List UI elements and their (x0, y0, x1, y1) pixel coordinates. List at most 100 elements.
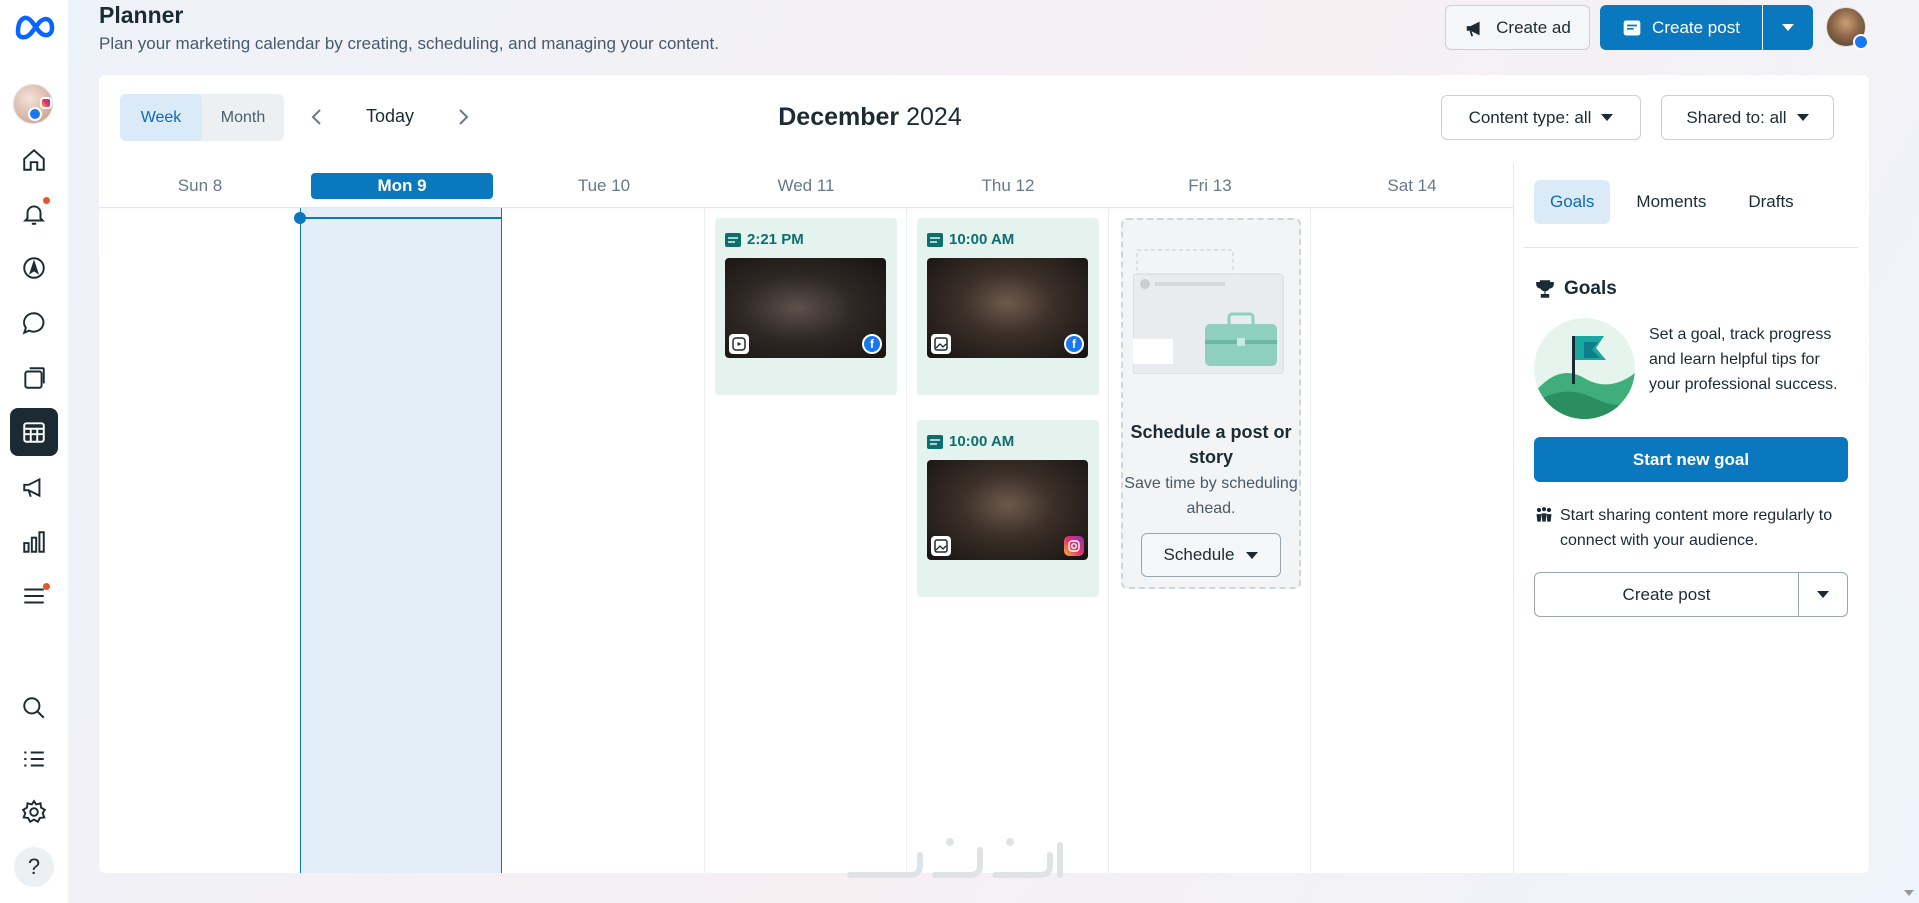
content-type-filter-label: Content type: all (1468, 107, 1592, 127)
insights-button[interactable] (10, 518, 58, 566)
reel-icon (729, 334, 749, 354)
month-year-title: December 2024 (720, 103, 1020, 132)
create-ad-button[interactable]: Create ad (1445, 5, 1590, 50)
post-time: 10:00 AM (927, 231, 1014, 248)
menu-badge (43, 583, 50, 590)
create-post-label: Create post (1652, 17, 1740, 37)
photo-icon (931, 334, 951, 354)
list-icon (24, 751, 44, 767)
right-panel-tabs: Goals Moments Drafts (1534, 180, 1810, 224)
view-week-button[interactable]: Week (120, 94, 202, 141)
post-time: 10:00 AM (927, 433, 1014, 450)
post-time-label: 2:21 PM (747, 231, 804, 248)
current-time-line (300, 217, 502, 219)
day-header-thu: Thu 12 (981, 175, 1035, 195)
panel-create-post-dropdown-button[interactable] (1798, 572, 1848, 617)
goals-description: Set a goal, track progress and learn hel… (1649, 326, 1838, 393)
day-header-wed: Wed 11 (777, 175, 835, 195)
explore-button[interactable] (10, 244, 58, 292)
notification-badge (43, 197, 50, 204)
right-panel-divider (1513, 163, 1514, 873)
profile-avatar[interactable] (1826, 7, 1869, 50)
facebook-icon: f (862, 334, 882, 354)
chevron-down-icon (1601, 114, 1614, 121)
today-column[interactable] (300, 208, 502, 873)
trophy-icon (1536, 280, 1554, 298)
column-divider (1108, 208, 1109, 873)
schedule-prompt-title: Schedule a post or story (1130, 422, 1292, 467)
search-button[interactable] (10, 684, 58, 732)
day-header-mon: Mon 9 (301, 163, 503, 208)
scheduled-post-card[interactable]: 10:00 AM (917, 420, 1099, 597)
shared-to-filter-label: Shared to: all (1686, 107, 1787, 127)
pages-icon (24, 367, 45, 389)
post-icon (927, 434, 943, 449)
panel-create-post-button[interactable]: Create post (1534, 572, 1799, 617)
list-button[interactable] (10, 735, 58, 783)
page-title: Planner (99, 2, 184, 28)
previous-week-button[interactable] (306, 106, 328, 128)
tab-moments[interactable]: Moments (1620, 180, 1722, 224)
day-header-tue: Tue 10 (577, 175, 631, 195)
day-header-sat: Sat 14 (1387, 175, 1437, 195)
post-thumbnail: f (725, 258, 886, 358)
inbox-button[interactable] (10, 299, 58, 347)
column-divider (704, 208, 705, 873)
instagram-badge-icon (40, 97, 52, 109)
megaphone-icon (23, 477, 41, 498)
all-tools-button[interactable] (10, 572, 58, 620)
create-post-button[interactable]: Create post (1600, 5, 1762, 50)
content-type-filter[interactable]: Content type: all (1441, 95, 1641, 140)
start-new-goal-button[interactable]: Start new goal (1534, 437, 1848, 482)
meta-logo-icon[interactable] (12, 8, 58, 42)
account-switcher-avatar[interactable] (13, 84, 53, 124)
goals-title: Goals (1564, 278, 1617, 299)
view-month-button[interactable]: Month (202, 94, 284, 141)
post-icon (725, 232, 741, 247)
scroll-down-arrow-icon[interactable] (1904, 890, 1914, 896)
shared-to-filter[interactable]: Shared to: all (1661, 95, 1834, 140)
page-subtitle: Plan your marketing calendar by creating… (99, 34, 719, 53)
current-time-dot (294, 212, 306, 224)
compass-icon (23, 257, 45, 279)
tab-drafts[interactable]: Drafts (1732, 180, 1809, 224)
audience-icon (1536, 507, 1552, 522)
settings-icon (21, 799, 47, 824)
sharing-tip-text: Start sharing content more regularly to … (1560, 507, 1833, 549)
column-divider (1310, 208, 1311, 873)
post-icon (927, 232, 943, 247)
bell-icon (22, 205, 46, 225)
tab-goals[interactable]: Goals (1534, 180, 1611, 224)
help-icon: ? (14, 847, 54, 887)
schedule-illustration-icon (1133, 249, 1284, 374)
scheduled-post-card[interactable]: 10:00 AM f (917, 218, 1099, 395)
planner-button[interactable] (10, 408, 58, 456)
home-button[interactable] (10, 136, 58, 184)
next-week-button[interactable] (452, 106, 474, 128)
megaphone-icon (1466, 21, 1480, 37)
today-button[interactable]: Today (345, 106, 435, 127)
scheduled-post-card[interactable]: 2:21 PM f (715, 218, 897, 395)
ads-button[interactable] (10, 463, 58, 511)
notifications-button[interactable] (10, 190, 58, 238)
facebook-badge-icon (1853, 34, 1869, 50)
schedule-button[interactable]: Schedule (1141, 533, 1281, 577)
tabs-divider (1523, 247, 1858, 248)
chevron-down-icon (1817, 591, 1829, 598)
post-time-label: 10:00 AM (949, 231, 1015, 248)
insights-icon (23, 531, 45, 553)
sharing-tip: Start sharing content more regularly to … (1534, 503, 1854, 553)
watermark-logo-icon (847, 838, 1063, 878)
planner-icon (23, 422, 45, 443)
schedule-prompt-text: Save time by scheduling ahead. (1124, 475, 1298, 517)
help-button[interactable]: ? (10, 843, 58, 891)
schedule-prompt-card: Schedule a post or story Save time by sc… (1121, 218, 1301, 589)
settings-button[interactable] (10, 788, 58, 836)
search-icon (23, 697, 45, 719)
create-post-dropdown-button[interactable] (1763, 5, 1813, 50)
content-button[interactable] (10, 354, 58, 402)
instagram-icon (1064, 536, 1084, 556)
post-thumbnail: f (927, 258, 1088, 358)
goal-flag-illustration-icon (1534, 318, 1635, 419)
view-toggle: Week Month (120, 94, 284, 141)
